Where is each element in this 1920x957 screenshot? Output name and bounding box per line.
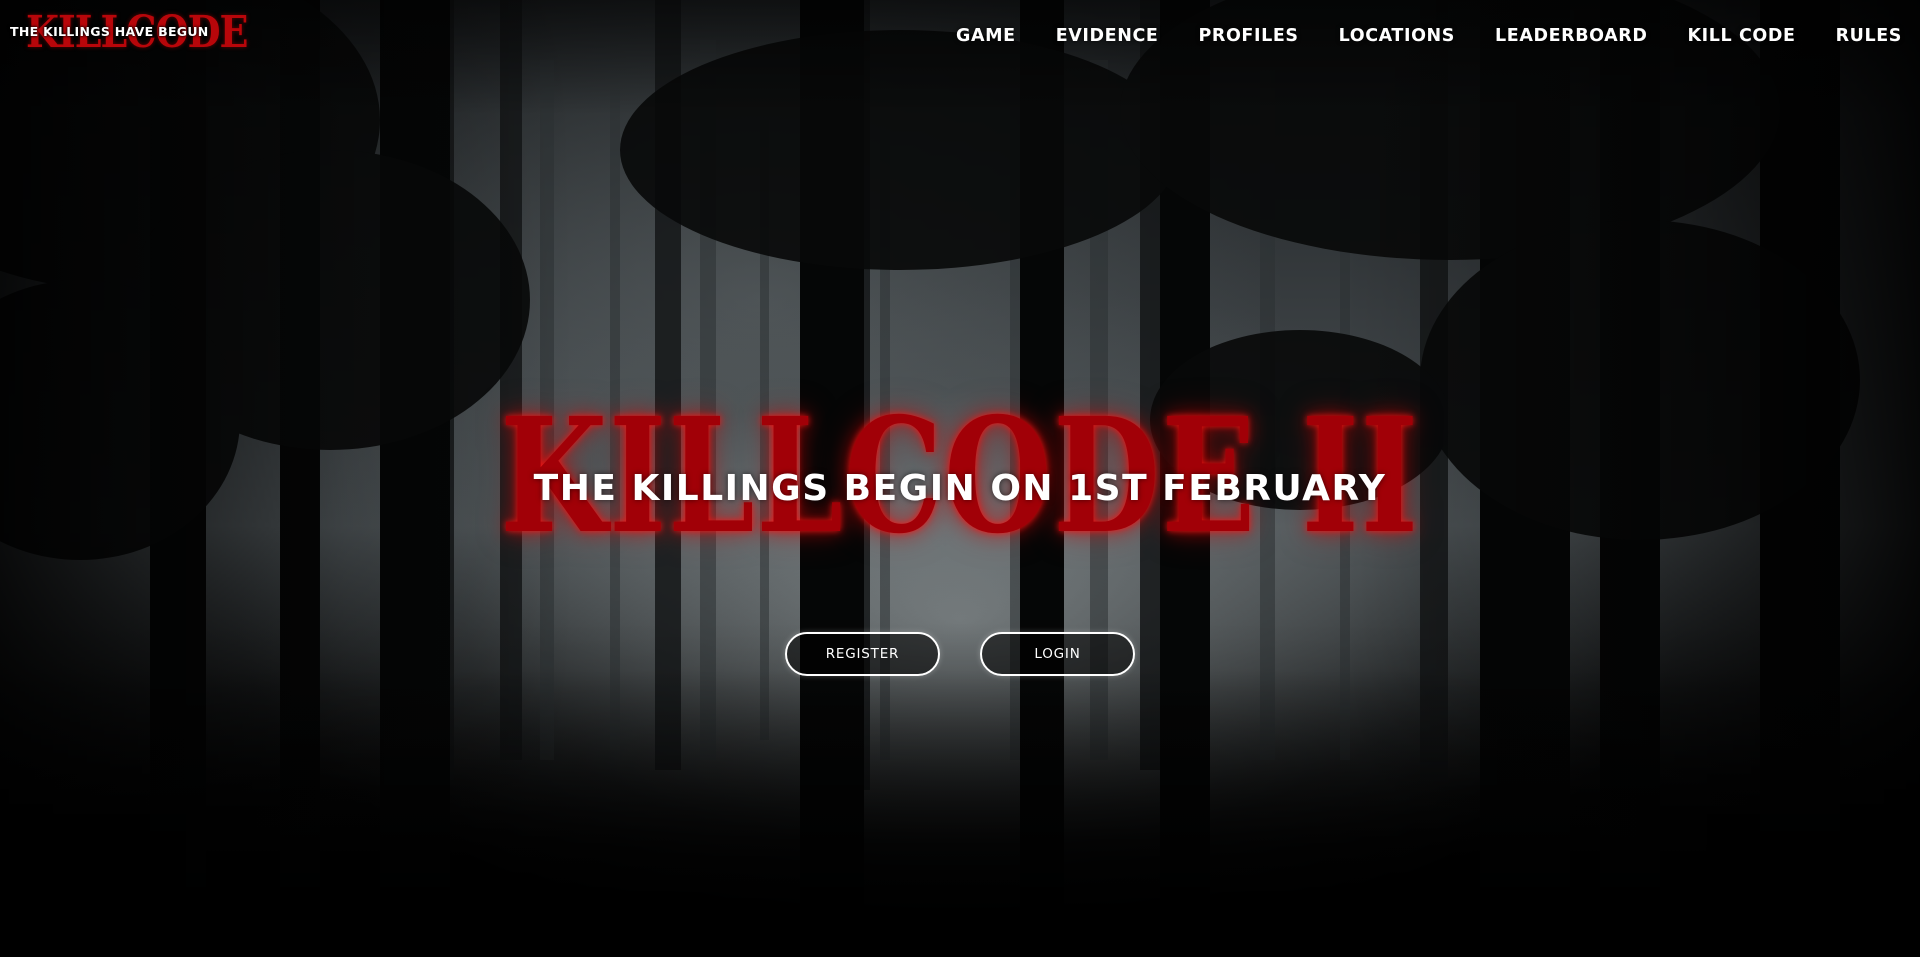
site-logo[interactable]: KILLCODE THE KILLINGS HAVE BEGUN [10,8,249,54]
nav-profiles[interactable]: PROFILES [1198,26,1298,46]
nav-leaderboard[interactable]: LEADERBOARD [1495,26,1648,46]
nav-game[interactable]: GAME [956,26,1016,46]
register-button[interactable]: REGISTER [785,632,940,676]
hero-subtitle: THE KILLINGS BEGIN ON 1ST FEBRUARY [533,468,1387,509]
nav-evidence[interactable]: EVIDENCE [1056,26,1159,46]
main-navigation: GAME EVIDENCE PROFILES LOCATIONS LEADERB… [956,26,1902,46]
landing-page: KILLCODE THE KILLINGS HAVE BEGUN GAME EV… [0,0,1920,957]
nav-locations[interactable]: LOCATIONS [1339,26,1455,46]
nav-kill-code[interactable]: KILL CODE [1688,26,1796,46]
logo-tagline: THE KILLINGS HAVE BEGUN [10,24,209,39]
cta-buttons: REGISTER LOGIN [0,632,1920,676]
login-button[interactable]: LOGIN [980,632,1135,676]
nav-rules[interactable]: RULES [1836,26,1902,46]
